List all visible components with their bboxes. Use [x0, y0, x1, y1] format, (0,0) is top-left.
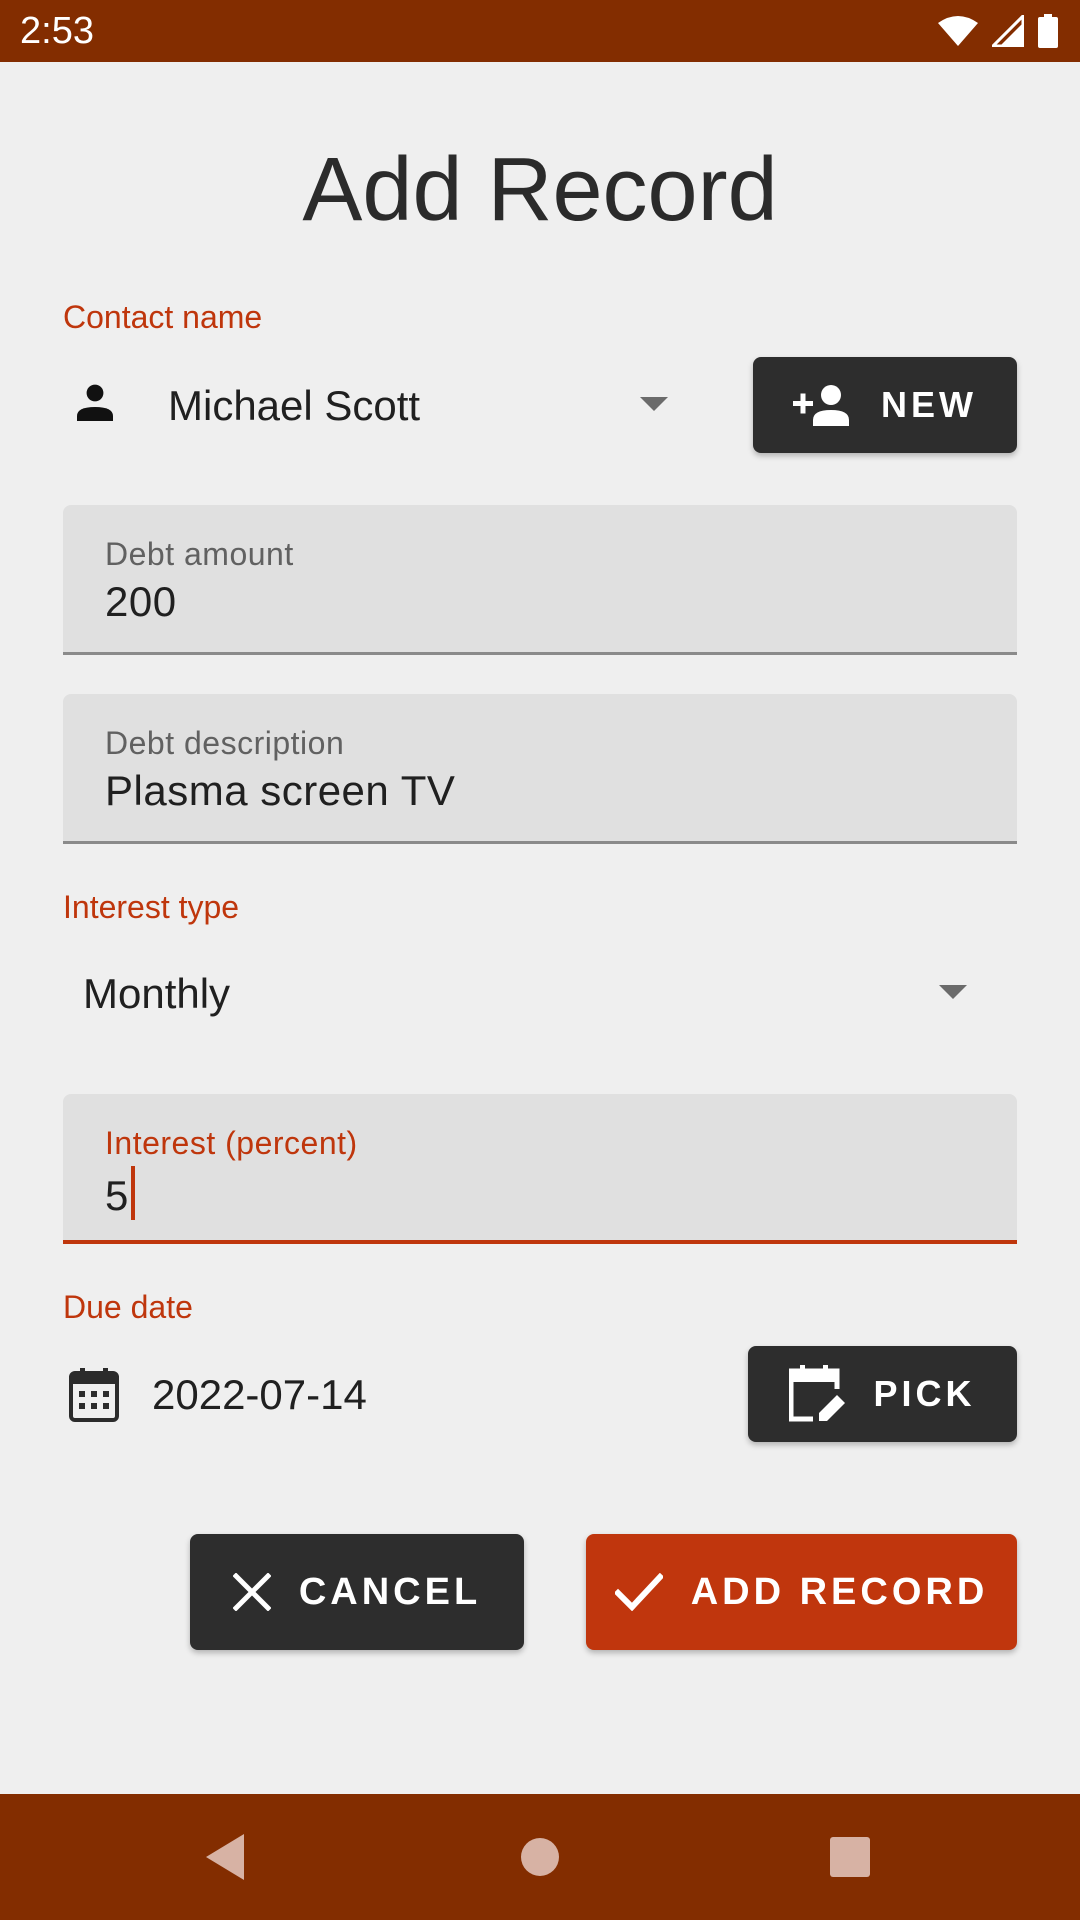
cancel-button[interactable]: CANCEL: [190, 1534, 524, 1650]
add-record-button-label: ADD RECORD: [690, 1570, 989, 1613]
status-icons: [938, 13, 1058, 49]
debt-description-field[interactable]: Debt description Plasma screen TV: [63, 694, 1017, 844]
calendar-icon: [69, 1368, 119, 1422]
chevron-down-icon: [640, 397, 668, 411]
recents-icon: [830, 1837, 870, 1877]
due-date-value: 2022-07-14: [152, 1371, 367, 1418]
person-icon: [77, 384, 113, 421]
status-time: 2:53: [20, 10, 94, 52]
home-button[interactable]: [480, 1794, 600, 1920]
navigation-bar: [0, 1794, 1080, 1920]
debt-amount-value: 200: [105, 578, 177, 625]
cell-signal-icon: [992, 15, 1024, 47]
home-icon: [521, 1838, 559, 1876]
cancel-button-label: CANCEL: [298, 1570, 482, 1613]
add-record-button[interactable]: ADD RECORD: [586, 1534, 1017, 1650]
debt-description-value: Plasma screen TV: [105, 767, 456, 814]
page-title: Add Record: [302, 140, 778, 240]
interest-percent-value: 5: [105, 1172, 129, 1219]
back-icon: [206, 1834, 244, 1880]
edit-calendar-icon: [789, 1365, 846, 1422]
wifi-icon: [938, 16, 978, 46]
close-icon: [232, 1573, 271, 1611]
text-cursor: [130, 1166, 135, 1220]
chevron-down-icon: [939, 985, 967, 999]
interest-percent-field[interactable]: Interest (percent) 5: [63, 1094, 1017, 1244]
battery-icon: [1038, 14, 1058, 48]
interest-type-label: Interest type: [63, 889, 240, 925]
new-contact-button[interactable]: NEW: [753, 357, 1017, 453]
person-add-icon: [793, 385, 849, 426]
due-date-row: 2022-07-14: [63, 1346, 663, 1442]
debt-amount-label: Debt amount: [105, 536, 294, 572]
pick-date-button[interactable]: PICK: [748, 1346, 1017, 1442]
pick-date-button-label: PICK: [873, 1373, 976, 1414]
contact-name-label: Contact name: [63, 299, 263, 335]
back-button[interactable]: [166, 1794, 286, 1920]
new-contact-button-label: NEW: [881, 384, 977, 425]
debt-description-label: Debt description: [105, 725, 345, 761]
recents-button[interactable]: [790, 1794, 910, 1920]
check-icon: [614, 1573, 663, 1611]
debt-amount-field[interactable]: Debt amount 200: [63, 505, 1017, 655]
interest-percent-value-wrap: 5: [105, 1166, 135, 1221]
interest-type-selected-value: Monthly: [83, 970, 231, 1017]
interest-type-dropdown[interactable]: Monthly: [63, 945, 1017, 1045]
due-date-label: Due date: [63, 1289, 193, 1325]
interest-percent-label: Interest (percent): [105, 1125, 358, 1161]
contact-selected-value: Michael Scott: [168, 382, 421, 429]
status-bar: 2:53: [0, 0, 1080, 62]
